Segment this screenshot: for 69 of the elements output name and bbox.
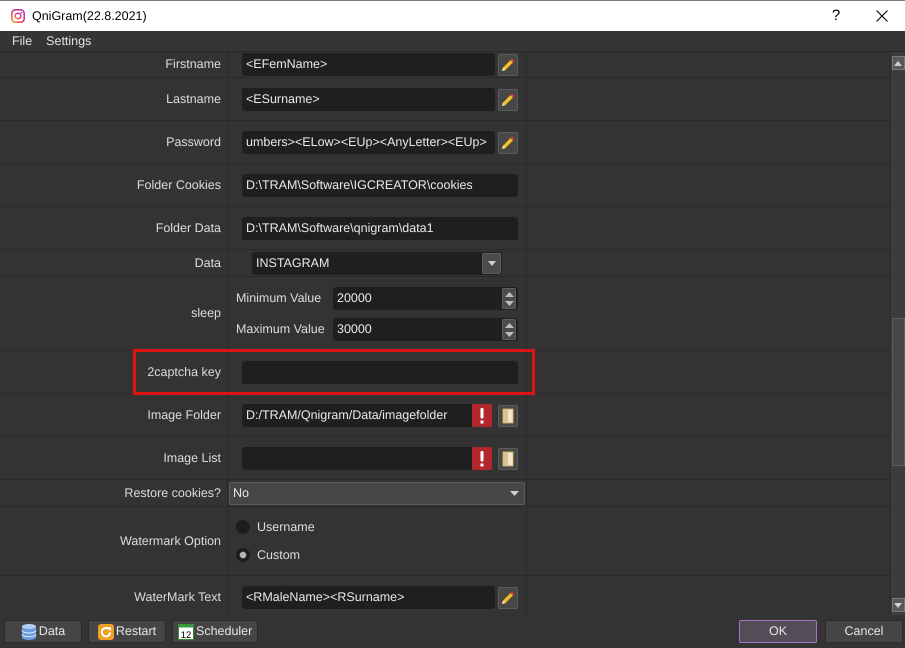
dropdown-field[interactable]: INSTAGRAM xyxy=(252,252,502,275)
edit-button[interactable] xyxy=(498,132,518,154)
caret-down-icon xyxy=(894,602,902,608)
field-label: Lastname xyxy=(166,92,221,106)
field-label: Image Folder xyxy=(147,408,221,422)
field-label: Folder Data xyxy=(156,220,221,236)
app-logo-icon xyxy=(11,9,25,23)
toolbar-button[interactable]: Data xyxy=(4,620,82,643)
field-label: sleep xyxy=(191,306,221,321)
menu-item[interactable]: File xyxy=(5,34,40,48)
scroll-down-button[interactable] xyxy=(892,598,904,612)
pencil-icon xyxy=(501,58,515,72)
number-field[interactable]: 20000 xyxy=(333,287,518,310)
calendar-icon: 12 xyxy=(178,624,194,640)
scroll-up-button[interactable] xyxy=(892,56,904,70)
menu-item[interactable]: Settings xyxy=(39,34,98,48)
field-label: WaterMark Text xyxy=(134,590,221,604)
caret-up-icon xyxy=(894,60,902,66)
field-label: Firstname xyxy=(165,57,221,72)
browse-button[interactable] xyxy=(498,448,518,470)
field-label: Image List xyxy=(163,450,221,466)
spin-label: Maximum Value xyxy=(236,322,325,337)
number-field[interactable]: 30000 xyxy=(333,318,518,341)
book-icon xyxy=(502,450,514,466)
text-field[interactable]: D:/TRAM/Qnigram/Data/imagefolder xyxy=(242,404,472,427)
text-field[interactable]: <EFemName> xyxy=(242,53,495,76)
refresh-icon xyxy=(98,624,114,640)
pencil-icon xyxy=(501,590,515,604)
text-field[interactable]: D:\TRAM\Software\qnigram\data1 xyxy=(242,217,518,240)
dropdown-button[interactable] xyxy=(482,253,501,274)
database-icon xyxy=(20,622,37,640)
field-label: Watermark Option xyxy=(120,534,221,548)
text-field[interactable]: umbers><ELow><EUp><AnyLetter><EUp> xyxy=(242,131,495,154)
window-title: QniGram(22.8.2021) xyxy=(32,8,147,24)
field-label: Folder Cookies xyxy=(136,178,221,192)
scroll-thumb[interactable] xyxy=(892,318,904,466)
browse-button[interactable] xyxy=(498,404,518,426)
scrollbar[interactable] xyxy=(890,52,905,615)
field-label: Password xyxy=(166,134,221,150)
up-down-arrows-icon xyxy=(504,322,514,336)
edit-button[interactable] xyxy=(498,88,518,110)
close-icon xyxy=(876,10,888,22)
cancel-button[interactable]: Cancel xyxy=(825,620,903,643)
text-field[interactable]: <ESurname> xyxy=(242,88,495,111)
text-field[interactable]: <RMaleName><RSurname> xyxy=(242,586,495,609)
caret-down-icon xyxy=(488,261,496,266)
field-label: 2captcha key xyxy=(147,364,221,380)
pencil-icon xyxy=(501,136,515,150)
dropdown[interactable]: No xyxy=(229,482,525,505)
book-icon xyxy=(502,408,514,424)
pencil-icon xyxy=(501,92,515,106)
caret-down-icon xyxy=(510,491,519,496)
edit-button[interactable] xyxy=(498,586,518,608)
help-button[interactable]: ? xyxy=(813,1,859,31)
spin-button[interactable] xyxy=(502,319,516,340)
spin-label: Minimum Value xyxy=(236,291,322,306)
text-field[interactable] xyxy=(242,447,472,470)
toolbar-button[interactable]: Restart xyxy=(88,620,166,643)
field-label: Restore cookies? xyxy=(124,486,221,500)
field-label: Data xyxy=(194,256,221,270)
up-down-arrows-icon xyxy=(504,292,514,306)
toolbar-button[interactable]: 12 Scheduler xyxy=(172,620,258,643)
radio-label[interactable]: Username xyxy=(257,520,315,534)
radio-button[interactable] xyxy=(236,548,250,562)
ok-button[interactable]: OK xyxy=(739,620,817,643)
radio-label[interactable]: Custom xyxy=(257,548,300,562)
text-field[interactable]: D:\TRAM\Software\IGCREATOR\cookies xyxy=(242,174,518,197)
edit-button[interactable] xyxy=(498,54,518,76)
spin-button[interactable] xyxy=(502,288,516,309)
